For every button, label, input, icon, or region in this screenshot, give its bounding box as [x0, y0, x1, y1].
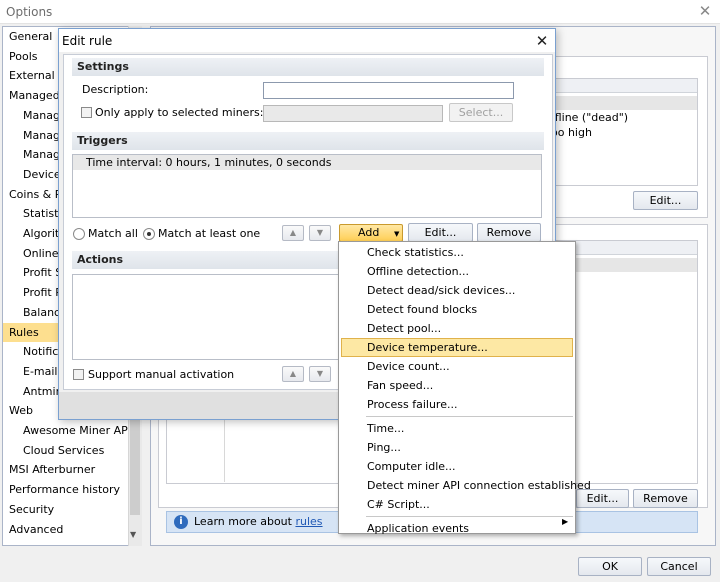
menu-item[interactable]: Detect found blocks: [341, 300, 573, 319]
menu-item[interactable]: Detect pool...: [341, 319, 573, 338]
support-manual-label: Support manual activation: [88, 368, 235, 381]
options-window-title: Options: [6, 5, 53, 19]
support-manual-checkbox[interactable]: [73, 369, 84, 380]
dialog-title: Edit rule: [62, 34, 113, 48]
menu-item[interactable]: Detect dead/sick devices...: [341, 281, 573, 300]
menu-item[interactable]: Application events: [341, 519, 573, 538]
nav-item[interactable]: Security: [3, 500, 128, 519]
trigger-move-down-icon[interactable]: ▼: [309, 225, 331, 241]
menu-item[interactable]: Time...: [341, 419, 573, 438]
rule-row-text: oo high: [551, 126, 592, 139]
menu-item[interactable]: Ping...: [341, 438, 573, 457]
menu-item[interactable]: Device count...: [341, 357, 573, 376]
menu-separator: [366, 416, 573, 417]
nav-item[interactable]: Performance history: [3, 480, 128, 499]
menu-item[interactable]: Process failure...: [341, 395, 573, 414]
menu-item[interactable]: Computer idle...: [341, 457, 573, 476]
menu-item[interactable]: Offline detection...: [341, 262, 573, 281]
nav-item[interactable]: MSI Afterburner: [3, 460, 128, 479]
match-at-least-one-label: Match at least one: [158, 227, 261, 240]
nav-item[interactable]: Awesome Miner API: [3, 421, 128, 440]
match-all-label: Match all: [88, 227, 138, 240]
menu-separator: [366, 516, 573, 517]
options-close-icon[interactable]: ✕: [697, 3, 713, 19]
select-miners-button[interactable]: Select...: [449, 103, 513, 122]
description-label: Description:: [82, 83, 149, 96]
info-icon: i: [174, 515, 188, 529]
settings-header: Settings: [72, 58, 544, 76]
notifications-remove-button[interactable]: Remove: [633, 489, 698, 508]
rules-help-link[interactable]: rules: [295, 515, 322, 528]
add-dropdown-caret-icon: ▼: [394, 230, 400, 238]
cancel-button[interactable]: Cancel: [647, 557, 711, 576]
match-at-least-one-radio[interactable]: [143, 228, 155, 240]
menu-item[interactable]: Check statistics...: [341, 243, 573, 262]
action-move-up-icon[interactable]: ▲: [282, 366, 304, 382]
edit-trigger-button[interactable]: Edit...: [408, 223, 473, 242]
action-move-down-icon[interactable]: ▼: [309, 366, 331, 382]
dialog-titlebar: [59, 29, 555, 52]
selected-miners-field: [263, 105, 443, 122]
ok-button[interactable]: OK: [578, 557, 642, 576]
submenu-arrow-icon: ▶: [562, 517, 569, 526]
triggers-header: Triggers: [72, 132, 544, 150]
trigger-move-up-icon[interactable]: ▲: [282, 225, 304, 241]
nav-item[interactable]: Advanced: [3, 520, 128, 539]
nav-scroll-down-icon[interactable]: ▼: [130, 530, 136, 539]
only-apply-label: Only apply to selected miners:: [95, 106, 264, 119]
info-text-label: Learn more about: [194, 515, 296, 528]
menu-item[interactable]: Detect miner API connection established: [341, 476, 591, 495]
rules-edit-button[interactable]: Edit...: [633, 191, 698, 210]
menu-item[interactable]: Device temperature...: [341, 338, 573, 357]
nav-item[interactable]: Cloud Services: [3, 441, 128, 460]
rule-row-text: ffline ("dead"): [551, 111, 629, 124]
options-titlebar: [0, 0, 720, 24]
only-apply-checkbox[interactable]: [81, 107, 92, 118]
description-input[interactable]: [263, 82, 514, 99]
menu-item[interactable]: C# Script...: [341, 495, 573, 514]
match-all-radio[interactable]: [73, 228, 85, 240]
menu-item[interactable]: Fan speed...: [341, 376, 573, 395]
remove-trigger-button[interactable]: Remove: [477, 223, 541, 242]
trigger-row-text: Time interval: 0 hours, 1 minutes, 0 sec…: [86, 156, 332, 169]
list-column-divider: [224, 420, 225, 482]
info-text: Learn more about rules: [194, 515, 323, 528]
dialog-close-icon[interactable]: ✕: [535, 32, 549, 50]
